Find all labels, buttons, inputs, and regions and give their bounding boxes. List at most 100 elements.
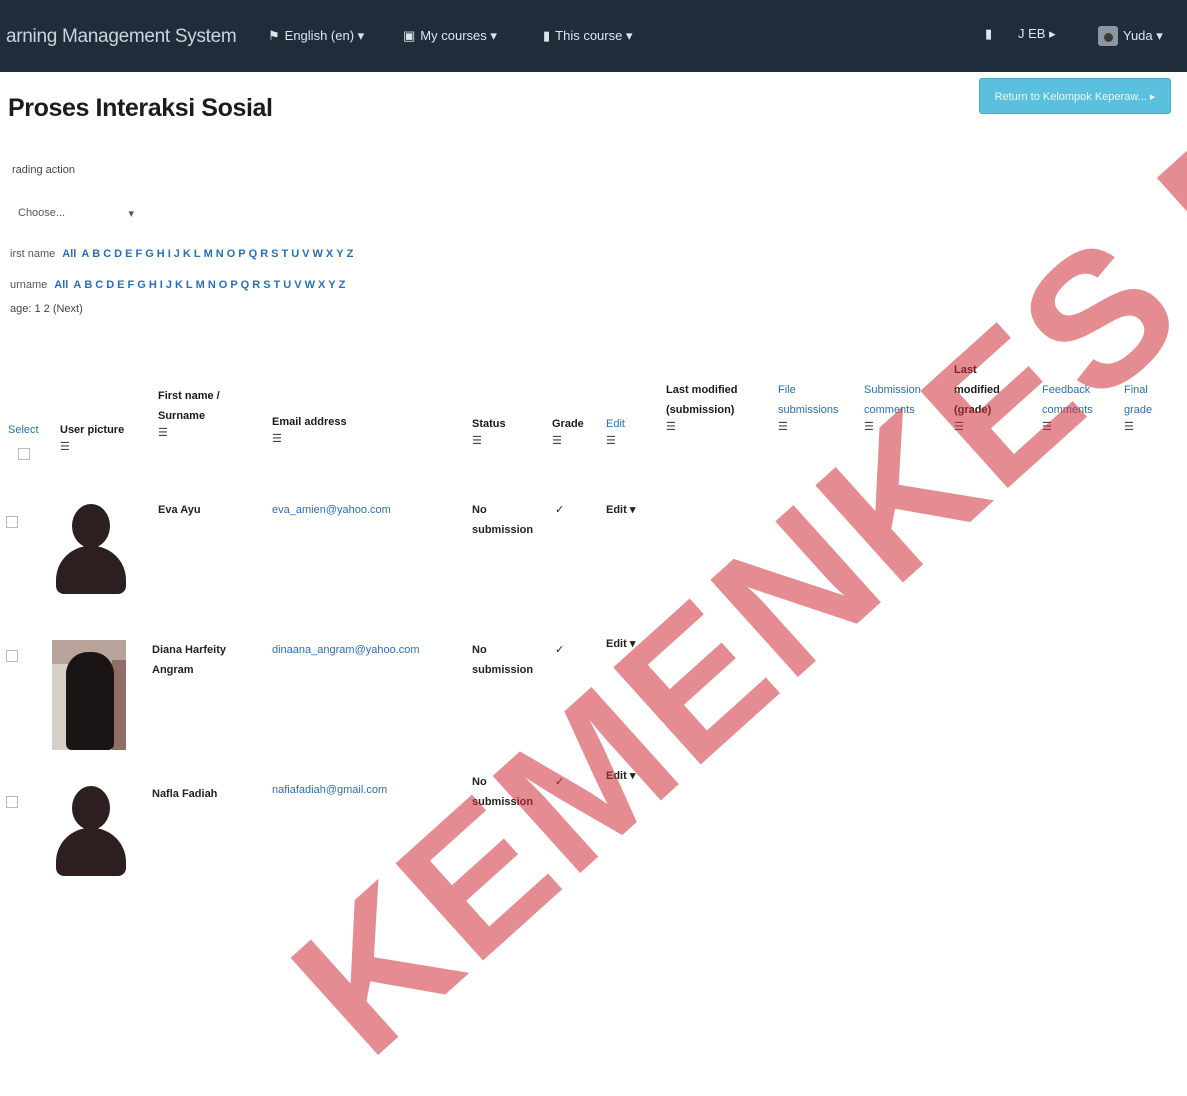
initial-letter-link[interactable]: O [227, 248, 236, 260]
initial-letter-link[interactable]: G [145, 248, 154, 260]
grading-action-select[interactable]: Choose... ▾ [12, 200, 140, 226]
initial-letter-link[interactable]: U [283, 279, 291, 291]
initial-letter-link[interactable]: J [166, 279, 172, 291]
initial-letter-link[interactable]: W [313, 248, 323, 260]
initial-letter-link[interactable]: M [204, 248, 213, 260]
row-edit-menu[interactable]: Edit ▾ [606, 500, 635, 520]
sort-icon[interactable]: ☰ [552, 434, 584, 448]
initial-letter-link[interactable]: P [238, 248, 245, 260]
initial-letter-link[interactable]: L [194, 248, 201, 260]
initial-letter-link[interactable]: D [114, 248, 122, 260]
sort-icon[interactable]: ☰ [954, 420, 1024, 434]
initial-letter-link[interactable]: S [271, 248, 278, 260]
initial-letter-link[interactable]: F [135, 248, 142, 260]
email-header[interactable]: Email address ☰ [272, 412, 347, 446]
initial-letter-link[interactable]: Q [241, 279, 250, 291]
initial-letter-link[interactable]: E [117, 279, 124, 291]
this-course-menu[interactable]: ▮ This course ▾ [543, 28, 632, 44]
initial-letter-link[interactable]: J [174, 248, 180, 260]
sort-icon[interactable]: ☰ [606, 434, 625, 448]
initial-letter-link[interactable]: R [260, 248, 268, 260]
status-header[interactable]: Status ☰ [472, 414, 506, 448]
row-select-checkbox[interactable] [6, 650, 18, 662]
initial-letter-link[interactable]: I [168, 248, 171, 260]
sort-icon[interactable]: ☰ [472, 434, 506, 448]
initial-letter-link[interactable]: S [263, 279, 270, 291]
initial-letter-link[interactable]: V [302, 248, 309, 260]
grade-check-icon[interactable]: ✓ [555, 640, 564, 660]
row-edit-menu[interactable]: Edit ▾ [606, 766, 635, 786]
initial-letter-link[interactable]: H [149, 279, 157, 291]
firstname-all-link[interactable]: All [62, 248, 76, 260]
feedback-comments-header[interactable]: Feedback comments ☰ [1042, 380, 1112, 434]
row-email[interactable]: eva_amien@yahoo.com [272, 500, 391, 520]
initial-letter-link[interactable]: T [274, 279, 281, 291]
initial-letter-link[interactable]: Z [339, 279, 346, 291]
initial-letter-link[interactable]: B [92, 248, 100, 260]
grade-header[interactable]: Grade ☰ [552, 414, 584, 448]
row-name[interactable]: Eva Ayu [158, 500, 201, 520]
row-select-checkbox[interactable] [6, 796, 18, 808]
initial-letter-link[interactable]: O [219, 279, 228, 291]
surname-all-link[interactable]: All [54, 279, 68, 291]
initial-letter-link[interactable]: G [137, 279, 146, 291]
return-to-course-button[interactable]: Return to Kelompok Keperaw... ▸ [979, 78, 1171, 114]
sort-icon[interactable]: ☰ [778, 420, 858, 434]
sort-icon[interactable]: ☰ [272, 432, 347, 446]
sort-icon[interactable]: ☰ [60, 440, 124, 454]
initial-letter-link[interactable]: X [318, 279, 325, 291]
initial-letter-link[interactable]: K [175, 279, 183, 291]
row-select-checkbox[interactable] [6, 516, 18, 528]
notification-icon[interactable]: ▮ [985, 26, 992, 42]
submission-comments-header[interactable]: Submission comments ☰ [864, 380, 944, 434]
grade-check-icon[interactable]: ✓ [555, 772, 564, 792]
site-brand[interactable]: arning Management System [6, 26, 237, 48]
initial-letter-link[interactable]: N [208, 279, 216, 291]
initial-letter-link[interactable]: Z [347, 248, 354, 260]
initial-letter-link[interactable]: C [103, 248, 111, 260]
sort-icon[interactable]: ☰ [158, 426, 248, 440]
initial-letter-link[interactable]: F [128, 279, 135, 291]
my-courses-menu[interactable]: ▣ My courses ▾ [403, 28, 497, 44]
sort-icon[interactable]: ☰ [1124, 420, 1164, 434]
grade-check-icon[interactable]: ✓ [555, 500, 564, 520]
initial-letter-link[interactable]: C [95, 279, 103, 291]
user-menu[interactable]: Yuda ▾ [1098, 26, 1163, 46]
initial-letter-link[interactable]: Q [249, 248, 258, 260]
row-email[interactable]: dinaana_angram@yahoo.com [272, 640, 420, 660]
initial-letter-link[interactable]: H [157, 248, 165, 260]
final-grade-header[interactable]: Final grade ☰ [1124, 380, 1164, 434]
initial-letter-link[interactable]: I [160, 279, 163, 291]
initial-letter-link[interactable]: R [252, 279, 260, 291]
select-all-checkbox[interactable] [18, 448, 30, 460]
language-menu[interactable]: ⚑ English (en) ▾ [268, 28, 364, 44]
initial-letter-link[interactable]: D [106, 279, 114, 291]
initial-letter-link[interactable]: P [230, 279, 237, 291]
initial-letter-link[interactable]: M [196, 279, 205, 291]
last-modified-submission-header[interactable]: Last modified (submission) ☰ [666, 380, 766, 434]
paging-bar[interactable]: age: 1 2 (Next) [10, 303, 83, 315]
row-name[interactable]: Nafla Fadiah [152, 784, 217, 804]
row-name[interactable]: Diana Harfeity Angram [152, 640, 242, 680]
row-email[interactable]: nafiafadiah@gmail.com [272, 780, 387, 800]
select-header[interactable]: Select [8, 420, 39, 440]
initial-letter-link[interactable]: L [186, 279, 193, 291]
last-modified-grade-header[interactable]: Last modified (grade) ☰ [954, 360, 1024, 434]
initial-letter-link[interactable]: A [81, 248, 89, 260]
file-submissions-header[interactable]: File submissions ☰ [778, 380, 858, 434]
sort-icon[interactable]: ☰ [864, 420, 944, 434]
initial-letter-link[interactable]: E [125, 248, 132, 260]
edit-header[interactable]: Edit ☰ [606, 414, 625, 448]
initial-letter-link[interactable]: B [84, 279, 92, 291]
initial-letter-link[interactable]: N [216, 248, 224, 260]
initial-letter-link[interactable]: Y [336, 248, 343, 260]
initial-letter-link[interactable]: U [291, 248, 299, 260]
initial-letter-link[interactable]: X [326, 248, 333, 260]
sort-icon[interactable]: ☰ [1042, 420, 1112, 434]
row-edit-menu[interactable]: Edit ▾ [606, 634, 635, 654]
initial-letter-link[interactable]: A [73, 279, 81, 291]
initial-letter-link[interactable]: T [281, 248, 288, 260]
sort-icon[interactable]: ☰ [666, 420, 766, 434]
initial-letter-link[interactable]: K [183, 248, 191, 260]
messages-menu[interactable]: J EB ▸ [1018, 26, 1056, 42]
